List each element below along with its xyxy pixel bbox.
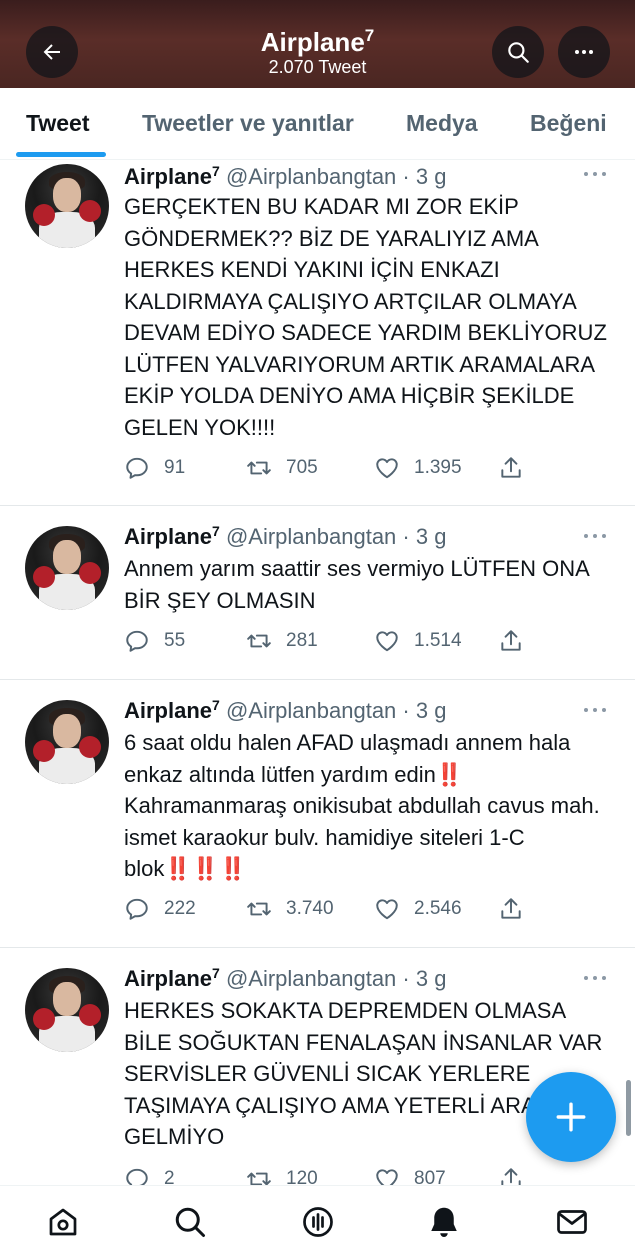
tweet-header: Airplane7 @Airplanbangtan · 3 g bbox=[124, 523, 446, 550]
tweet-text: Annem yarım saattir ses vermiyo LÜTFEN O… bbox=[124, 556, 589, 613]
tweet-header: Airplane7 @Airplanbangtan · 3 g bbox=[124, 163, 446, 190]
reply-count: 55 bbox=[164, 630, 186, 651]
share-button[interactable] bbox=[498, 455, 538, 481]
reply-icon bbox=[126, 457, 148, 479]
reply-count: 91 bbox=[164, 457, 186, 478]
search-button[interactable] bbox=[492, 26, 544, 78]
profile-header: Airplane7 2.070 Tweet bbox=[0, 0, 635, 88]
like-button[interactable]: 1.514 bbox=[374, 628, 462, 654]
search-icon bbox=[508, 42, 529, 63]
share-icon bbox=[501, 630, 521, 651]
author-name[interactable]: Airplane7 bbox=[124, 697, 220, 723]
retweet-button[interactable]: 705 bbox=[246, 455, 318, 481]
tweet-text: 6 saat oldu halen AFAD ulaşmadı annem ha… bbox=[124, 730, 600, 881]
more-icon[interactable] bbox=[584, 532, 608, 540]
profile-name-sup: 7 bbox=[364, 26, 375, 45]
like-button[interactable]: 2.546 bbox=[374, 896, 462, 922]
retweet-button[interactable]: 3.740 bbox=[246, 896, 334, 922]
reply-count: 222 bbox=[164, 898, 196, 919]
tweet-header: Airplane7 @Airplanbangtan · 3 g bbox=[124, 965, 446, 992]
heart-icon bbox=[376, 458, 398, 479]
share-button[interactable] bbox=[498, 628, 538, 654]
scrollbar[interactable] bbox=[626, 1080, 631, 1136]
tab-media[interactable]: Medya bbox=[406, 110, 478, 137]
reply-icon bbox=[126, 898, 148, 920]
plus-icon bbox=[556, 1102, 586, 1132]
more-icon[interactable] bbox=[584, 974, 608, 982]
like-button[interactable]: 1.395 bbox=[374, 455, 462, 481]
profile-tabs: Tweet Tweetler ve yanıtlar Medya Beğeni bbox=[0, 88, 635, 160]
reply-button[interactable]: 55 bbox=[124, 628, 185, 654]
tweet-actions: 91 705 1.395 bbox=[124, 455, 544, 485]
retweet-count: 705 bbox=[286, 457, 318, 478]
compose-tweet-button[interactable] bbox=[526, 1072, 616, 1162]
more-horizontal-icon bbox=[575, 50, 593, 54]
double-exclamation-emoji: ‼️ bbox=[435, 761, 464, 787]
tweet[interactable]: Airplane7 @Airplanbangtan · 3 g 6 saat o… bbox=[0, 680, 635, 948]
author-handle: @Airplanbangtan · 3 g bbox=[225, 524, 447, 549]
more-icon[interactable] bbox=[584, 170, 608, 178]
nav-spaces[interactable] bbox=[298, 1202, 338, 1242]
home-icon bbox=[49, 1208, 77, 1236]
retweet-icon bbox=[247, 461, 271, 475]
heart-icon bbox=[376, 631, 398, 652]
tweet-actions: 222 3.740 2.546 bbox=[124, 896, 544, 926]
retweet-count: 3.740 bbox=[286, 898, 334, 919]
share-icon bbox=[501, 898, 521, 919]
active-tab-indicator bbox=[16, 152, 106, 157]
author-name[interactable]: Airplane7 bbox=[124, 163, 220, 189]
author-handle: @Airplanbangtan · 3 g bbox=[225, 966, 447, 991]
reply-icon bbox=[126, 630, 148, 652]
tweet-header: Airplane7 @Airplanbangtan · 3 g bbox=[124, 697, 446, 724]
nav-explore[interactable] bbox=[170, 1202, 210, 1242]
nav-home[interactable] bbox=[43, 1202, 83, 1242]
retweet-icon bbox=[247, 902, 271, 916]
author-handle: @Airplanbangtan · 3 g bbox=[225, 698, 447, 723]
like-count: 2.546 bbox=[414, 898, 462, 919]
avatar[interactable] bbox=[25, 968, 109, 1052]
tab-tweets[interactable]: Tweet bbox=[26, 110, 89, 137]
author-name[interactable]: Airplane7 bbox=[124, 523, 220, 549]
search-icon bbox=[175, 1207, 205, 1237]
tweet-actions: 55 281 1.514 bbox=[124, 628, 544, 658]
like-count: 1.514 bbox=[414, 630, 462, 651]
tweet[interactable]: Airplane7 @Airplanbangtan · 3 g Annem ya… bbox=[0, 506, 635, 680]
tweet-text: GERÇEKTEN BU KADAR MI ZOR EKİP GÖNDERMEK… bbox=[124, 194, 607, 440]
bottom-navigation bbox=[0, 1185, 635, 1255]
tweet[interactable]: Airplane7 @Airplanbangtan · 3 g GERÇEKTE… bbox=[0, 160, 635, 506]
heart-icon bbox=[376, 899, 398, 920]
double-exclamation-emoji: ‼️‼️‼️ bbox=[164, 856, 247, 881]
like-count: 1.395 bbox=[414, 457, 462, 478]
author-handle: @Airplanbangtan · 3 g bbox=[225, 164, 447, 189]
avatar[interactable] bbox=[25, 164, 109, 248]
avatar[interactable] bbox=[25, 526, 109, 610]
retweet-icon bbox=[247, 634, 271, 648]
more-button[interactable] bbox=[558, 26, 610, 78]
share-button[interactable] bbox=[498, 896, 538, 922]
bell-icon bbox=[431, 1207, 457, 1237]
nav-messages[interactable] bbox=[552, 1202, 592, 1242]
author-name[interactable]: Airplane7 bbox=[124, 965, 220, 991]
share-icon bbox=[501, 457, 521, 478]
envelope-icon bbox=[557, 1210, 587, 1234]
tab-likes[interactable]: Beğeni bbox=[530, 110, 607, 137]
retweet-button[interactable]: 281 bbox=[246, 628, 318, 654]
nav-notifications[interactable] bbox=[424, 1202, 464, 1242]
retweet-count: 281 bbox=[286, 630, 318, 651]
tab-tweets-and-replies[interactable]: Tweetler ve yanıtlar bbox=[142, 110, 354, 137]
reply-button[interactable]: 222 bbox=[124, 896, 196, 922]
reply-button[interactable]: 91 bbox=[124, 455, 185, 481]
more-icon[interactable] bbox=[584, 706, 608, 714]
profile-name: Airplane bbox=[260, 27, 365, 57]
microphone-icon bbox=[303, 1207, 333, 1237]
avatar[interactable] bbox=[25, 700, 109, 784]
